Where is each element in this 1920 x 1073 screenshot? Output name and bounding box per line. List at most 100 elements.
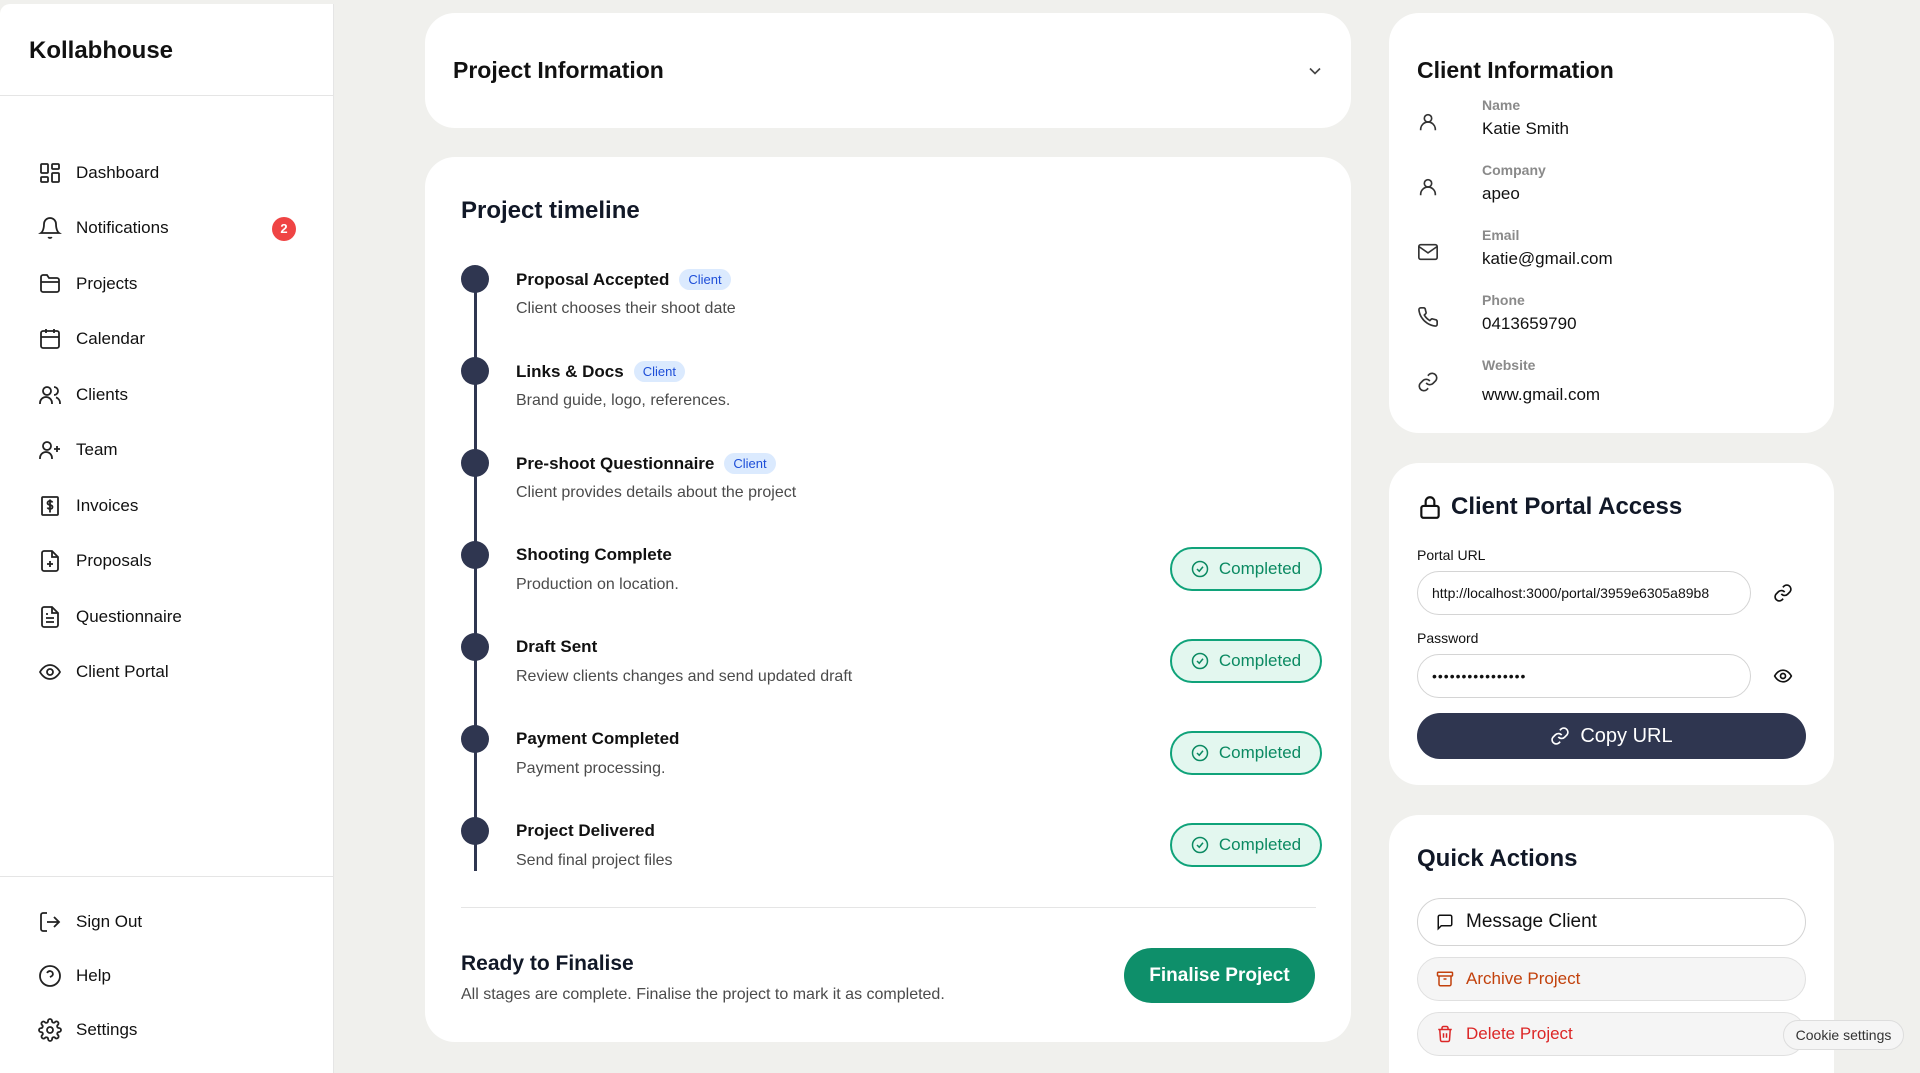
step-description: Production on location. [516,576,679,593]
step-description: Brand guide, logo, references. [516,392,731,409]
step-title: Links & Docs Client [516,361,685,382]
timeline-step-proposal-accepted: Proposal Accepted Client Client chooses t… [461,261,1321,331]
sidebar-item-label: Proposals [76,551,152,571]
step-description: Client provides details about the projec… [516,484,797,501]
client-phone-field: Phone 0413659790 [1417,292,1817,346]
sidebar-item-invoices[interactable]: Invoices [0,478,333,534]
dashboard-icon [40,162,60,183]
sidebar-footer: Sign Out Help Settings [0,876,333,1057]
sidebar-item-dashboard[interactable]: Dashboard [0,145,333,201]
message-client-label: Message Client [1466,911,1597,932]
step-title: Project Delivered [516,821,655,840]
archive-icon [1436,971,1454,987]
sidebar-item-label: Settings [76,1020,138,1039]
project-timeline-card: Project timeline Proposal Accepted Client… [425,157,1351,1042]
sidebar-item-projects[interactable]: Projects [0,256,333,312]
password-input[interactable]: •••••••••••••••• [1417,654,1751,698]
sidebar-item-proposals[interactable]: Proposals [0,534,333,590]
delete-project-label: Delete Project [1466,1024,1573,1043]
bell-icon [38,217,62,240]
client-tag: Client [724,453,776,474]
client-portal-access-title: Client Portal Access [1417,493,1682,521]
client-portal-access-card: Client Portal Access Portal URL http://l… [1389,463,1834,785]
sidebar-item-label: Help [76,966,111,985]
file-text-icon [41,605,59,628]
client-company-field: Company apeo [1417,162,1817,216]
step-title-text: Pre-shoot Questionnaire [516,453,715,473]
completed-badge[interactable]: Completed [1170,731,1322,775]
portal-url-label: Portal URL [1417,547,1486,563]
field-label: Name [1482,97,1521,113]
chevron-down-icon[interactable] [1305,61,1325,81]
sidebar-item-client-portal[interactable]: Client Portal [0,645,333,701]
sidebar-item-clients[interactable]: Clients [0,367,333,423]
client-tag: Client [633,361,685,382]
lock-icon [1420,496,1440,519]
client-information-card: Client Information Name Katie Smith Comp… [1389,13,1834,433]
timeline-dot [461,357,489,385]
delete-project-button[interactable]: Delete Project [1417,1012,1806,1056]
sidebar-item-help[interactable]: Help [0,949,333,1003]
eye-icon [38,664,62,681]
step-title: Payment Completed [516,729,680,748]
sidebar-item-notifications[interactable]: Notifications 2 [0,201,333,257]
step-description: Payment processing. [516,760,666,777]
timeline-step-pre-shoot-questionnaire: Pre-shoot Questionnaire Client Client pro… [461,445,1321,515]
mail-icon [1418,243,1438,261]
sidebar-item-label: Dashboard [76,162,160,182]
step-title: Draft Sent [516,637,598,656]
step-title: Proposal Accepted Client [516,269,731,290]
timeline-dot [461,725,489,753]
sidebar-item-questionnaire[interactable]: Questionnaire [0,589,333,645]
completed-label: Completed [1218,651,1302,670]
sidebar-item-calendar[interactable]: Calendar [0,312,333,368]
archive-project-label: Archive Project [1466,969,1581,988]
project-information-title: Project Information [453,57,664,83]
client-portal-access-title-text: Client Portal Access [1451,493,1683,520]
calendar-icon [40,329,60,350]
field-label: Phone [1482,292,1525,308]
completed-badge[interactable]: Completed [1170,547,1322,591]
invoice-icon [41,495,59,516]
field-value[interactable]: www.gmail.com [1482,385,1600,405]
sidebar-item-label: Projects [76,273,138,293]
archive-project-button[interactable]: Archive Project [1417,957,1806,1001]
project-information-card[interactable]: Project Information [425,13,1351,128]
timeline-dot [461,633,489,661]
sidebar-item-settings[interactable]: Settings [0,1003,333,1057]
timeline-step-payment-completed: Payment Completed Payment processing. Co… [461,721,1322,791]
check-circle-icon [1191,652,1209,670]
gear-icon [38,1018,62,1042]
sidebar-item-team[interactable]: Team [0,423,333,479]
completed-badge[interactable]: Completed [1170,639,1322,683]
password-label: Password [1417,630,1479,646]
step-title: Shooting Complete [516,545,672,564]
step-description: Send final project files [516,852,673,869]
finalise-project-button[interactable]: Finalise Project [1124,948,1315,1003]
client-website-field: Website www.gmail.com [1417,357,1817,411]
field-value[interactable]: katie@gmail.com [1482,249,1613,269]
completed-badge[interactable]: Completed [1170,823,1322,867]
portal-url-input[interactable]: http://localhost:3000/portal/3959e6305a8… [1417,571,1751,615]
client-email-field: Email katie@gmail.com [1417,227,1817,281]
help-icon [39,965,61,987]
field-value[interactable]: 0413659790 [1482,314,1577,334]
message-client-button[interactable]: Message Client [1417,898,1806,946]
sidebar-item-label: Calendar [76,329,145,349]
file-plus-icon [41,550,59,573]
sidebar-item-label: Sign Out [76,912,143,931]
cookie-settings-button[interactable]: Cookie settings [1783,1020,1904,1050]
field-value: apeo [1482,184,1520,203]
eye-icon[interactable] [1773,666,1793,686]
client-tag: Client [679,269,731,290]
sidebar-item-label: Team [76,440,118,460]
ready-to-finalise-title: Ready to Finalise [461,952,634,975]
copy-url-button[interactable]: Copy URL [1417,713,1806,759]
field-label: Company [1482,162,1546,178]
brand-logo[interactable]: Kollabhouse [0,4,333,96]
link-icon[interactable] [1773,583,1793,603]
link-icon [1551,727,1570,745]
timeline-dot [461,265,489,293]
sidebar-item-sign-out[interactable]: Sign Out [0,895,333,949]
main-nav: Dashboard Notifications 2 Projects Calen… [0,145,333,700]
